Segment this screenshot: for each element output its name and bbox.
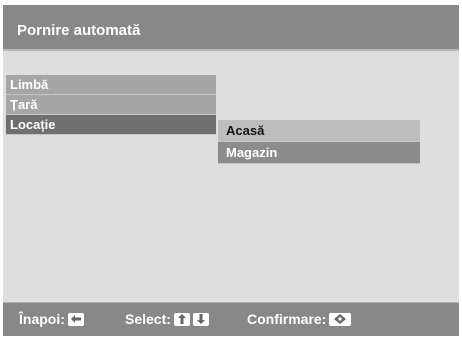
up-arrow-icon bbox=[173, 312, 190, 326]
page-title: Pornire automată bbox=[17, 22, 141, 39]
left-arrow-icon bbox=[67, 312, 84, 326]
back-hint: Înapoi: bbox=[19, 311, 84, 327]
menu-item-country[interactable]: Țară bbox=[6, 95, 216, 115]
title-bar: Pornire automată bbox=[3, 5, 459, 51]
menu-item-language[interactable]: Limbă bbox=[6, 75, 216, 95]
footer-hint-bar: Înapoi: Select: Confirmare: bbox=[3, 302, 459, 336]
back-label: Înapoi: bbox=[19, 311, 65, 327]
option-home[interactable]: Acasă bbox=[218, 120, 420, 142]
menu-item-location[interactable]: Locație bbox=[6, 115, 216, 135]
option-shop[interactable]: Magazin bbox=[218, 142, 420, 164]
confirm-hint: Confirmare: bbox=[247, 311, 352, 327]
location-submenu: Acasă Magazin bbox=[218, 120, 420, 164]
confirm-label: Confirmare: bbox=[247, 311, 327, 327]
ok-diamond-icon bbox=[329, 312, 352, 326]
down-arrow-icon bbox=[192, 312, 209, 326]
select-label: Select: bbox=[125, 311, 171, 327]
select-hint: Select: bbox=[125, 311, 209, 327]
settings-menu: Limbă Țară Locație bbox=[6, 75, 216, 135]
